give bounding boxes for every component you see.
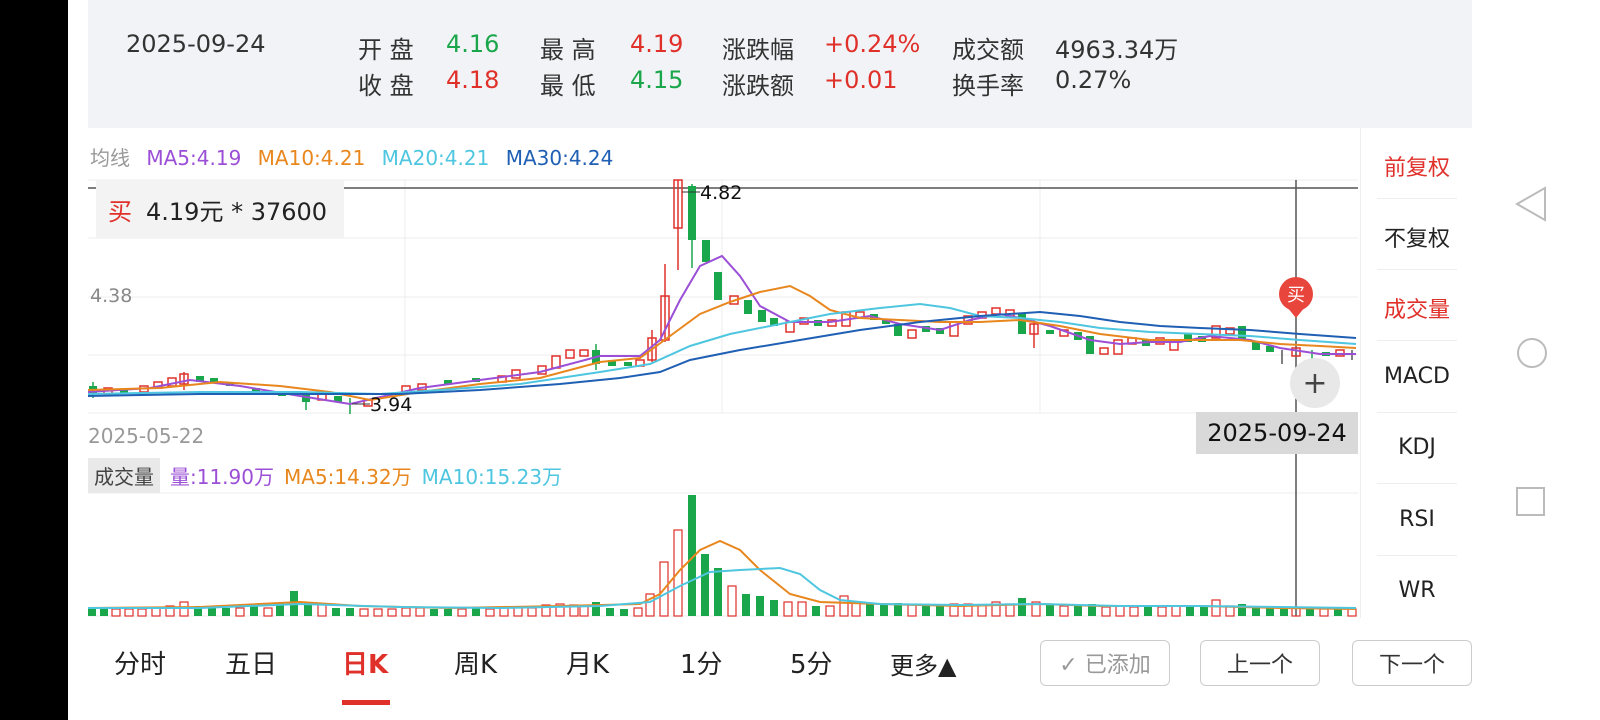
buy-trade-text: 4.19元 * 37600 (146, 197, 328, 226)
chart-grid (88, 179, 1358, 617)
indicator-side-menu: 前复权 不复权 成交量 MACD KDJ RSI WR (1360, 128, 1473, 618)
ma5-value: MA5:4.19 (146, 146, 242, 170)
turnover-rate-label: 换手率 (952, 72, 1024, 100)
buy-trade-tooltip: 买 4.19元 * 37600 (96, 180, 344, 238)
side-item-forward-adjust[interactable]: 前复权 (1361, 150, 1473, 182)
ma10-value: MA10:4.21 (257, 146, 366, 170)
recents-nav-icon[interactable] (1515, 486, 1547, 518)
tab-daily-k[interactable]: 日K (342, 644, 388, 681)
period-tabs: 分时 五日 日K 周K 月K 1分 5分 更多▲ (88, 630, 988, 720)
turnover-rate-value: 0.27% (1055, 66, 1132, 94)
ma-legend-title: 均线 (90, 146, 130, 170)
change-percent-value: +0.24% (824, 30, 921, 58)
home-nav-icon[interactable] (1515, 336, 1549, 370)
tab-weekly-k[interactable]: 周K (454, 644, 497, 681)
plus-icon: + (1302, 365, 1328, 401)
buy-tag: 买 (108, 197, 132, 226)
back-nav-icon[interactable] (1515, 186, 1547, 222)
tab-five-day[interactable]: 五日 (225, 644, 277, 681)
side-item-wr[interactable]: WR (1361, 578, 1473, 603)
ma-legend: 均线 MA5:4.19 MA10:4.21 MA20:4.21 MA30:4.2… (90, 142, 623, 171)
previous-stock-button[interactable]: 上一个 (1200, 640, 1320, 686)
change-amount-label: 涨跌额 (722, 72, 794, 100)
side-item-volume[interactable]: 成交量 (1361, 292, 1473, 324)
high-price-label: 4.82 (700, 182, 742, 204)
turnover-amount-label: 成交额 (952, 36, 1024, 64)
left-screen-edge (0, 0, 68, 720)
open-label: 开 盘 (358, 36, 414, 64)
tab-monthly-k[interactable]: 月K (566, 644, 609, 681)
start-date-label: 2025-05-22 (88, 424, 205, 448)
ma20-value: MA20:4.21 (381, 146, 490, 170)
change-percent-label: 涨跌幅 (722, 36, 794, 64)
add-plus-button[interactable]: + (1290, 358, 1340, 408)
buy-marker-pin[interactable]: 买 (1279, 277, 1313, 318)
side-item-no-adjust[interactable]: 不复权 (1361, 221, 1473, 253)
low-price-label: 3.94 (370, 394, 412, 416)
volume-tag[interactable]: 成交量 (88, 458, 160, 493)
tab-1-minute[interactable]: 1分 (680, 644, 723, 681)
tab-intraday[interactable]: 分时 (114, 644, 166, 681)
quote-header: 2025-09-24 开 盘 4.16 收 盘 4.18 最 高 4.19 最 … (88, 0, 1472, 128)
close-label: 收 盘 (358, 72, 414, 100)
volume-legend: 成交量 量:11.90万 MA5:14.32万 MA10:15.23万 (88, 458, 562, 493)
open-value: 4.16 (446, 30, 500, 58)
side-item-macd[interactable]: MACD (1361, 364, 1473, 389)
side-item-kdj[interactable]: KDJ (1361, 435, 1473, 460)
buy-marker-text: 买 (1287, 285, 1305, 306)
turnover-amount-value: 4963.34万 (1055, 36, 1179, 64)
next-stock-button[interactable]: 下一个 (1352, 640, 1472, 686)
tab-more[interactable]: 更多▲ (890, 646, 956, 681)
price-axis-label: 4.38 (90, 285, 133, 307)
change-amount-value: +0.01 (824, 66, 898, 94)
high-value: 4.19 (630, 30, 684, 58)
cursor-date-label: 2025-09-24 (1196, 412, 1358, 454)
tab-5-minute[interactable]: 5分 (790, 644, 833, 681)
high-label: 最 高 (540, 36, 596, 64)
quote-date: 2025-09-24 (126, 30, 266, 58)
ma30-value: MA30:4.24 (505, 146, 614, 170)
close-value: 4.18 (446, 66, 500, 94)
low-value: 4.15 (630, 66, 684, 94)
active-tab-indicator (342, 700, 390, 705)
volume-bars (88, 495, 1357, 617)
low-label: 最 低 (540, 72, 596, 100)
volume-ma5-value: MA5:14.32万 (284, 465, 412, 489)
added-watchlist-button[interactable]: ✓ 已添加 (1040, 640, 1170, 686)
volume-value: 量:11.90万 (170, 465, 274, 489)
side-item-rsi[interactable]: RSI (1361, 507, 1473, 532)
volume-ma10-value: MA10:15.23万 (421, 465, 563, 489)
